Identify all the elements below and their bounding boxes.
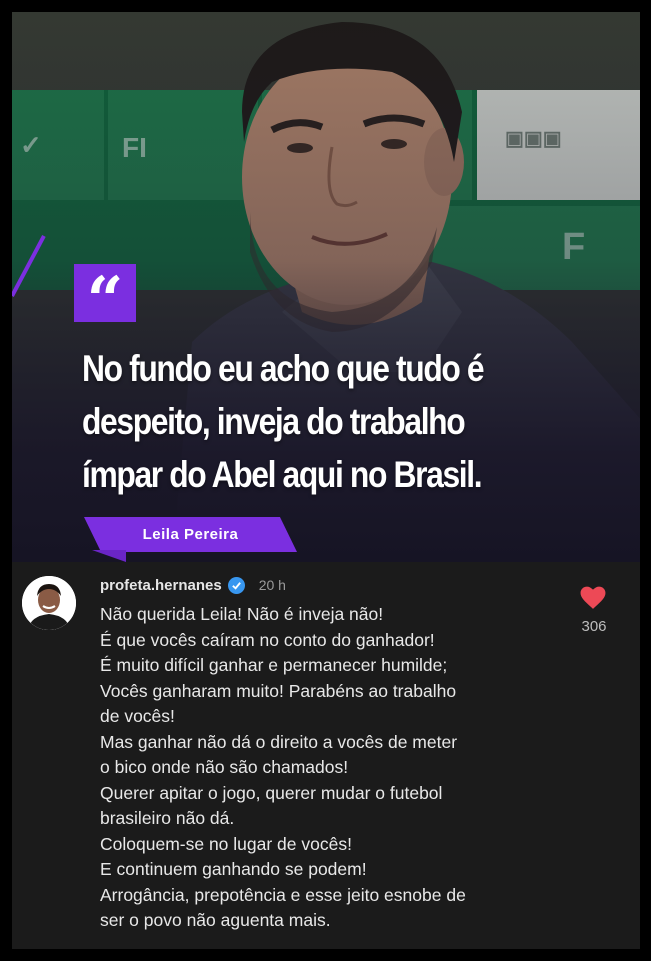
- comment-line: de vocês!: [100, 706, 175, 726]
- like-count: 306: [581, 618, 607, 635]
- quote-card-image: ✓ FI D ▣▣▣ F: [12, 12, 640, 562]
- comment-header: profeta.hernanes 20 h: [100, 574, 286, 596]
- heart-icon[interactable]: [580, 586, 606, 610]
- quote-line: despeito, inveja do trabalho: [82, 401, 466, 442]
- quote-text: No fundo eu acho que tudo é despeito, in…: [82, 342, 486, 501]
- quote-mark-icon: “: [74, 264, 136, 338]
- comment-line: É que vocês caíram no conto do ganhador!: [100, 629, 435, 650]
- comment-line: ser o povo não aguenta mais.: [100, 910, 331, 930]
- username-link[interactable]: profeta.hernanes: [100, 577, 222, 594]
- comment-timestamp: 20 h: [258, 577, 286, 593]
- comment-line: E continuem ganhando se podem!: [100, 859, 367, 879]
- verified-badge-icon: [227, 576, 245, 594]
- quote-author-label: Leila Pereira: [84, 517, 297, 552]
- comment-line: Coloquem-se no lugar de vocês!: [100, 833, 352, 854]
- quote-line: ímpar do Abel aqui no Brasil.: [82, 454, 483, 495]
- comment-line: Mas ganhar não dá o direito a vocês de m…: [100, 731, 458, 752]
- comment-line: brasileiro não dá.: [100, 808, 235, 828]
- avatar[interactable]: [22, 576, 76, 630]
- comment-line: Arrogância, prepotência e esse jeito esn…: [100, 884, 466, 905]
- comment-line: Vocês ganharam muito! Parabéns ao trabal…: [100, 680, 457, 701]
- quote-line: No fundo eu acho que tudo é: [82, 348, 485, 389]
- comment-line: Querer apitar o jogo, querer mudar o fut…: [100, 782, 443, 803]
- post-frame: ✓ FI D ▣▣▣ F: [12, 12, 640, 949]
- comment: profeta.hernanes 20 h Não querida Leila!…: [12, 562, 640, 949]
- comment-line: o bico onde não são chamados!: [100, 757, 349, 777]
- comment-line: É muito difícil ganhar e permanecer humi…: [100, 655, 448, 675]
- comment-line: Não querida Leila! Não é inveja não!: [100, 604, 384, 624]
- comment-text: Não querida Leila! Não é inveja não! É q…: [100, 602, 570, 934]
